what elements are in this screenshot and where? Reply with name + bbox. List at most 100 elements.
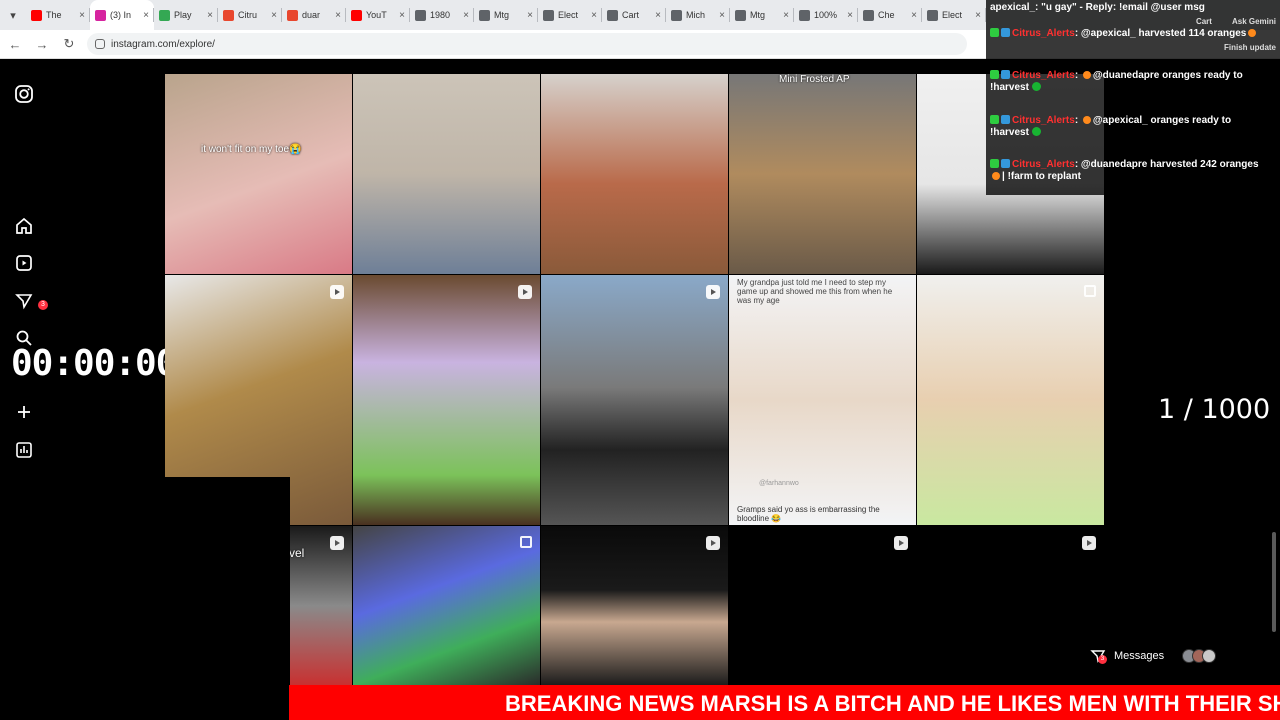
tab-favicon-icon: [159, 9, 170, 21]
browser-tab[interactable]: Che ×: [858, 0, 922, 30]
create-icon[interactable]: [14, 402, 34, 422]
chat-message: Citrus_Alerts: @apexical_ harvested 114 …: [990, 28, 1276, 40]
messenger-icon: 3: [1090, 648, 1107, 664]
browser-tab[interactable]: Cart ×: [602, 0, 666, 30]
site-info-icon[interactable]: [95, 39, 105, 49]
forward-button[interactable]: →: [30, 32, 54, 56]
instagram-logo-icon[interactable]: [14, 84, 34, 104]
browser-tab[interactable]: Citru ×: [218, 0, 282, 30]
tab-close-icon[interactable]: ×: [719, 10, 725, 21]
tab-close-icon[interactable]: ×: [143, 10, 149, 21]
page-scrollbar[interactable]: [1270, 60, 1280, 685]
post-handle: @farhannwo: [759, 480, 799, 487]
tab-favicon-icon: [799, 9, 810, 21]
explore-post[interactable]: [353, 275, 540, 525]
messages-button[interactable]: 3 Messages: [1090, 645, 1240, 667]
finish-update-label[interactable]: Finish update: [990, 42, 1276, 54]
tab-close-icon[interactable]: ×: [783, 10, 789, 21]
reel-icon: [706, 536, 720, 550]
browser-tab[interactable]: (3) In ×: [90, 0, 154, 30]
explore-post[interactable]: [729, 526, 916, 686]
explore-post[interactable]: vel: [289, 526, 352, 686]
tab-label: Elect: [558, 10, 579, 20]
scrollbar-thumb[interactable]: [1272, 532, 1276, 632]
tab-favicon-icon: [863, 9, 874, 21]
tab-close-icon[interactable]: ×: [527, 10, 533, 21]
tab-close-icon[interactable]: ×: [463, 10, 469, 21]
screen: ▾ The × (3) In × Play × Citru × duar × YouT × 1980 × M…: [0, 0, 1280, 720]
chat-message: Citrus_Alerts: @duanedapre oranges ready…: [990, 70, 1243, 93]
chat-text-2: !harvest: [990, 127, 1029, 138]
browser-tab[interactable]: YouT ×: [346, 0, 410, 30]
browser-tab[interactable]: Play ×: [154, 0, 218, 30]
chat-text: @duanedapre oranges ready to: [1092, 70, 1243, 81]
tab-close-icon[interactable]: ×: [79, 10, 85, 21]
reel-icon: [894, 536, 908, 550]
explore-post[interactable]: [541, 275, 728, 525]
tab-label: 1980: [430, 10, 451, 20]
tab-close-icon[interactable]: ×: [335, 10, 341, 21]
tab-close-icon[interactable]: ×: [975, 10, 981, 21]
explore-post[interactable]: [353, 74, 540, 274]
tab-close-icon[interactable]: ×: [207, 10, 213, 21]
ask-gemini-button[interactable]: Ask Gemini: [1232, 17, 1276, 26]
post-caption-secondary: Gramps said yo ass is embarrassing the b…: [737, 505, 880, 523]
notification-badge: 3: [38, 300, 48, 310]
orange-icon: [1082, 71, 1091, 79]
browser-tab[interactable]: 100% ×: [794, 0, 858, 30]
explore-post[interactable]: My grandpa just told me I need to step m…: [729, 275, 916, 525]
reel-icon: [1082, 536, 1096, 550]
tab-close-icon[interactable]: ×: [847, 10, 853, 21]
dashboard-icon[interactable]: [14, 440, 34, 460]
tab-favicon-icon: [735, 9, 746, 21]
chat-text-2: !harvest: [990, 82, 1029, 93]
explore-post[interactable]: [541, 526, 728, 686]
post-caption: it won't fit on my toe😭: [201, 144, 302, 155]
browser-tab[interactable]: Mtg ×: [730, 0, 794, 30]
tab-favicon-icon: [607, 9, 618, 21]
tab-label: The: [46, 10, 62, 20]
browser-tab[interactable]: Mtg ×: [474, 0, 538, 30]
orange-icon: [1082, 116, 1091, 124]
explore-post[interactable]: [917, 275, 1104, 525]
reel-icon: [330, 285, 344, 299]
chat-username: Citrus_Alerts: [1012, 70, 1075, 81]
tab-close-icon[interactable]: ×: [591, 10, 597, 21]
orange-icon: [992, 172, 1000, 180]
tab-label: duar: [302, 10, 321, 20]
explore-post[interactable]: [353, 526, 540, 686]
post-caption: My grandpa just told me I need to step m…: [737, 278, 893, 305]
tab-close-icon[interactable]: ×: [655, 10, 661, 21]
browser-tab[interactable]: The ×: [26, 0, 90, 30]
reels-icon[interactable]: [14, 253, 34, 273]
tab-favicon-icon: [415, 9, 426, 21]
explore-post[interactable]: Mini Frosted AP: [729, 74, 916, 274]
avatar: [1202, 649, 1217, 663]
explore-post[interactable]: [541, 74, 728, 274]
browser-tab[interactable]: Elect ×: [922, 0, 986, 30]
tab-close-icon[interactable]: ×: [911, 10, 917, 21]
moderator-badge-icon: [990, 115, 999, 124]
explore-post[interactable]: it won't fit on my toe😭: [165, 74, 352, 274]
explore-post[interactable]: [917, 526, 1104, 686]
address-url: instagram.com/explore/: [111, 38, 215, 50]
tab-label: Elect: [942, 10, 963, 20]
tab-favicon-icon: [671, 9, 682, 21]
browser-tab[interactable]: Mich ×: [666, 0, 730, 30]
browser-tab[interactable]: Elect ×: [538, 0, 602, 30]
direct-messages-icon[interactable]: 3: [14, 291, 48, 311]
tab-favicon-icon: [223, 9, 234, 21]
tab-close-icon[interactable]: ×: [399, 10, 405, 21]
tab-search-button[interactable]: ▾: [0, 0, 26, 30]
back-button[interactable]: ←: [3, 32, 27, 56]
reel-icon: [518, 285, 532, 299]
orange-icon: [1248, 29, 1257, 37]
messages-label: Messages: [1114, 650, 1165, 662]
reload-button[interactable]: ↻: [57, 32, 81, 56]
home-icon[interactable]: [14, 216, 34, 236]
browser-tab[interactable]: duar ×: [282, 0, 346, 30]
browser-tab[interactable]: 1980 ×: [410, 0, 474, 30]
address-bar[interactable]: instagram.com/explore/: [87, 33, 967, 55]
message-avatars: [1182, 649, 1217, 663]
tab-close-icon[interactable]: ×: [271, 10, 277, 21]
